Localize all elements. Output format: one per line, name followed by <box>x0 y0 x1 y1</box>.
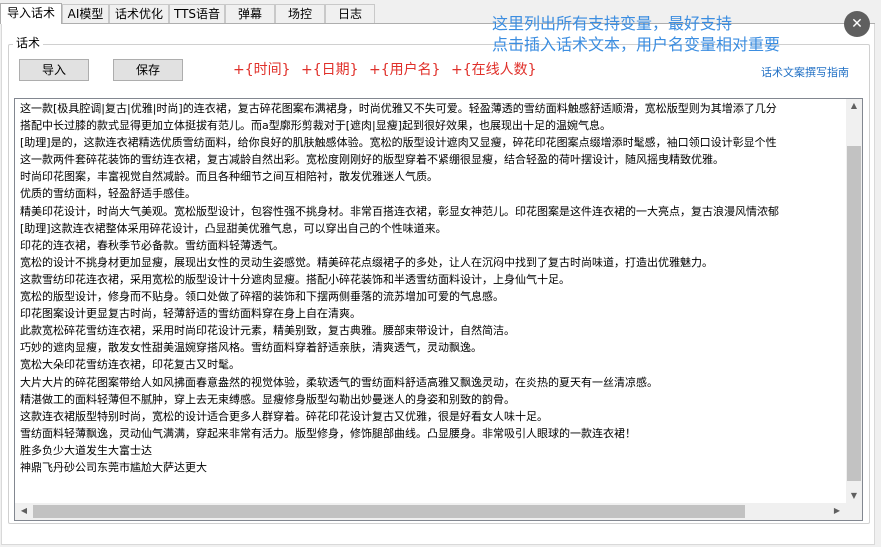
script-line: 雪纺面料轻薄飘逸，灵动仙气满满，穿起来非常有活力。版型修身，修饰腿部曲线。凸显腰… <box>20 426 636 440</box>
variable-hint: 这里列出所有支持变量，最好支持 点击插入话术文本，用户名变量相对重要 <box>492 13 780 55</box>
script-line: 搭配中长过膝的款式显得更加立体挺拔有范儿。而a型廓形剪裁对于[遮肉|显瘦]起到很… <box>20 119 612 133</box>
hint-line: 这里列出所有支持变量，最好支持 <box>492 14 733 33</box>
writing-guide-link[interactable]: 话术文案撰写指南 <box>761 66 849 80</box>
scroll-up-icon[interactable]: ▲ <box>847 101 861 111</box>
script-line: [助理]这款连衣裙整体采用碎花设计，凸显甜美优雅气息，可以穿出自己的个性味道来。 <box>20 221 447 235</box>
horizontal-scrollbar[interactable]: ◀ ▶ <box>15 503 846 520</box>
scroll-right-icon[interactable]: ▶ <box>830 506 844 516</box>
horizontal-scroll-thumb[interactable] <box>33 505 745 518</box>
script-line: 巧妙的遮肉显瘦，散发女性甜美温婉穿搭风格。雪纺面料穿着舒适亲肤，清爽透气，灵动飘… <box>20 341 482 355</box>
script-line: 印花的连衣裙，春秋季节必备款。雪纺面料轻薄透气。 <box>20 238 284 252</box>
tab-script-optimize[interactable]: 话术优化 <box>109 4 169 23</box>
script-line: 胜多负少大道发生大富士达 <box>20 443 152 457</box>
script-line: 这一款[极具腔调|复古|优雅|时尚]的连衣裙，复古碎花图案布满裙身，时尚优雅又不… <box>20 102 777 115</box>
script-line: 这款雪纺印花连衣裙，采用宽松的版型设计十分遮肉显瘦。搭配小碎花装饰和半透雪纺面料… <box>20 272 570 286</box>
script-line: 精美印花设计，时尚大气美观。宽松版型设计，包容性强不挑身材。非常百搭连衣裙，彰显… <box>20 204 779 218</box>
variable-username[interactable]: +{用户名} <box>369 62 441 78</box>
tab-log[interactable]: 日志 <box>325 4 375 23</box>
variable-list: +{时间} +{日期} +{用户名} +{在线人数} <box>233 61 543 79</box>
tab-ai-model[interactable]: AI模型 <box>62 4 109 23</box>
script-line: 宽松的版型设计，修身而不贴身。领口处做了碎褶的装饰和下摆两侧垂落的流苏增加可爱的… <box>20 290 504 304</box>
hint-line: 点击插入话术文本，用户名变量相对重要 <box>492 35 781 54</box>
script-line: 这一款两件套碎花装饰的雪纺连衣裙，复古减龄自然出彩。宽松度刚刚好的版型穿着不紧绷… <box>20 153 724 167</box>
scroll-down-icon[interactable]: ▼ <box>847 491 861 501</box>
variable-date[interactable]: +{日期} <box>301 62 359 78</box>
save-button[interactable]: 保存 <box>113 59 183 81</box>
script-line: 宽松的设计不挑身材更加显瘦，展现出女性的灵动生姿感觉。精美碎花点缀裙子的多处，让… <box>20 255 713 269</box>
vertical-scroll-thumb[interactable] <box>847 146 861 481</box>
script-line: 精湛做工的面料轻薄但不腻肿，穿上去无束缚感。显瘦修身版型勾勒出妙曼迷人的身姿和别… <box>20 392 515 406</box>
script-line: 时尚印花图案，丰富视觉自然减龄。而且各种细节之间互相陪衬，散发优雅迷人气质。 <box>20 170 438 184</box>
tab-import-script[interactable]: 导入话术 <box>0 3 62 24</box>
script-line: 这款连衣裙版型特别时尚，宽松的设计适合更多人群穿着。碎花印花设计复古又优雅，很是… <box>20 409 548 423</box>
script-line: 神鼎飞丹砂公司东莞市尴尬大萨达更大 <box>20 460 207 474</box>
scroll-left-icon[interactable]: ◀ <box>17 506 31 516</box>
script-line: [助理]是的，这款连衣裙精选优质雪纺面料，给你良好的肌肤触感体验。宽松的版型设计… <box>20 136 777 150</box>
vertical-scrollbar[interactable]: ▲ ▼ <box>846 99 862 503</box>
tab-field-control[interactable]: 场控 <box>275 4 325 23</box>
script-line: 宽松大朵印花雪纺连衣裙，印花复古又时髦。 <box>20 358 240 372</box>
variable-online-count[interactable]: +{在线人数} <box>451 62 537 78</box>
script-line: 优质的雪纺面料，轻盈舒适手感佳。 <box>20 187 196 201</box>
variable-time[interactable]: +{时间} <box>233 62 291 78</box>
tab-tts-voice[interactable]: TTS语音 <box>169 4 225 23</box>
group-title: 话术 <box>13 36 44 50</box>
script-line: 大片大片的碎花图案带给人如风拂面春意盎然的视觉体验，柔软透气的雪纺面料舒适高雅又… <box>20 375 658 389</box>
scrollbar-corner <box>846 503 862 520</box>
import-button[interactable]: 导入 <box>19 59 89 81</box>
close-icon[interactable]: ✕ <box>844 11 870 37</box>
script-text-area[interactable]: 这一款[极具腔调|复古|优雅|时尚]的连衣裙，复古碎花图案布满裙身，时尚优雅又不… <box>20 100 845 502</box>
script-line: 印花图案设计更显复古时尚，轻薄舒适的雪纺面料穿在身上自在清爽。 <box>20 307 361 321</box>
tab-danmaku[interactable]: 弹幕 <box>225 4 275 23</box>
script-line: 此款宽松碎花雪纺连衣裙，采用时尚印花设计元素，精美别致，复古典雅。腰部束带设计，… <box>20 324 515 338</box>
script-editor[interactable]: 这一款[极具腔调|复古|优雅|时尚]的连衣裙，复古碎花图案布满裙身，时尚优雅又不… <box>14 98 863 521</box>
